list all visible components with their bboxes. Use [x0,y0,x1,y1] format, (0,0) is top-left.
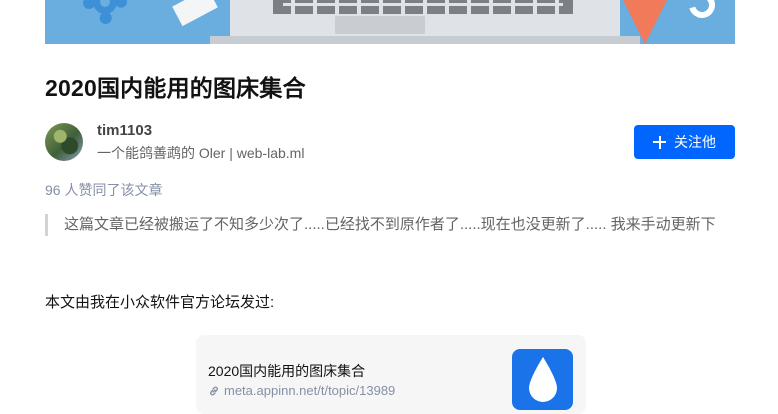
link-card-title: 2020国内能用的图床集合 [208,363,366,379]
avatar[interactable] [45,123,83,161]
link-card-thumbnail [512,349,573,410]
article-title: 2020国内能用的图床集合 [45,75,306,101]
quote-block: 这篇文章已经被搬运了不知多少次了.....已经找不到原作者了.....现在也没更… [45,214,737,236]
likes-count: 96 人赞同了该文章 [45,182,163,198]
link-card-url: meta.appinn.net/t/topic/13989 [208,383,395,398]
link-card-url-text: meta.appinn.net/t/topic/13989 [224,383,396,398]
follow-button-label: 关注他 [674,134,716,150]
triangle-decoration [623,0,667,44]
article-paragraph: 本文由我在小众软件官方论坛发过: [45,294,275,311]
link-card[interactable]: 2020国内能用的图床集合 meta.appinn.net/t/topic/13… [196,335,586,414]
link-icon [210,386,218,395]
author-bio: 一个能鸽善鹉的 Oler | web-lab.ml [97,145,305,161]
follow-button[interactable]: 关注他 [634,125,735,159]
water-drop-icon [529,357,557,402]
header-image [45,0,735,44]
wrench-icon [684,0,720,23]
author-name[interactable]: tim1103 [97,122,152,139]
plus-icon [653,135,666,149]
